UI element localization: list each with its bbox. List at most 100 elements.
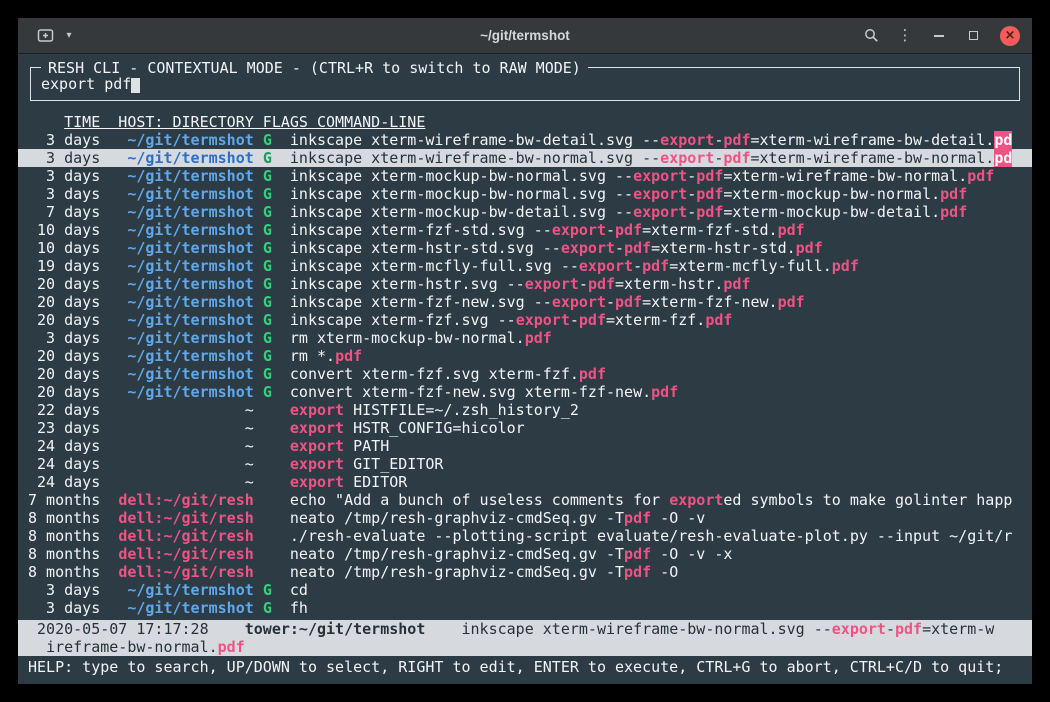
history-row[interactable]: 8 months dell:~/git/resh ./resh-evaluate… bbox=[18, 527, 1032, 545]
truncated-match: pd bbox=[994, 131, 1012, 149]
row-flags: G bbox=[263, 239, 272, 257]
row-time: 24 days bbox=[28, 473, 100, 491]
row-command: fh bbox=[290, 599, 308, 617]
row-flags bbox=[263, 563, 272, 581]
row-flags: G bbox=[263, 167, 272, 185]
titlebar[interactable]: ▾ ~/git/termshot ⋮ × bbox=[18, 18, 1032, 54]
truncated-match: pd bbox=[994, 149, 1012, 167]
search-match: pdf bbox=[335, 347, 362, 365]
history-row[interactable]: 22 days ~ export HISTFILE=~/.zsh_history… bbox=[18, 401, 1032, 419]
history-row[interactable]: 20 days ~/git/termshot G convert xterm-f… bbox=[18, 365, 1032, 383]
history-row[interactable]: 19 days ~/git/termshot G inkscape xterm-… bbox=[18, 257, 1032, 275]
terminal-content: RESH CLI - CONTEXTUAL MODE - (CTRL+R to … bbox=[18, 54, 1032, 684]
search-match: export bbox=[290, 455, 344, 473]
row-command: neato /tmp/resh-graphviz-cmdSeq.gv -Tpdf… bbox=[290, 545, 733, 563]
row-host-directory: ~ bbox=[118, 401, 253, 419]
history-row[interactable]: 3 days ~/git/termshot G inkscape xterm-m… bbox=[18, 167, 1032, 185]
menu-button[interactable]: ⋮ bbox=[890, 21, 920, 51]
row-host-directory: dell:~/git/resh bbox=[118, 491, 253, 509]
search-match: pdf bbox=[778, 293, 805, 311]
row-time: 3 days bbox=[28, 185, 100, 203]
history-row[interactable]: 7 months dell:~/git/resh echo "Add a bun… bbox=[18, 491, 1032, 509]
row-flags: G bbox=[263, 185, 272, 203]
search-match: pdf bbox=[615, 221, 642, 239]
history-row[interactable]: 3 days ~/git/termshot G rm xterm-mockup-… bbox=[18, 329, 1032, 347]
row-flags bbox=[263, 437, 272, 455]
search-match: export bbox=[290, 419, 344, 437]
history-row[interactable]: 24 days ~ export PATH bbox=[18, 437, 1032, 455]
search-match: pdf bbox=[832, 257, 859, 275]
row-host-directory: ~ bbox=[118, 419, 253, 437]
row-time: 23 days bbox=[28, 419, 100, 437]
search-match: pdf bbox=[615, 293, 642, 311]
search-match: export bbox=[516, 311, 570, 329]
history-row[interactable]: 20 days ~/git/termshot G inkscape xterm-… bbox=[18, 275, 1032, 293]
search-match: pdf bbox=[940, 185, 967, 203]
row-command: inkscape xterm-mockup-bw-normal.svg --ex… bbox=[290, 185, 967, 203]
row-command: export HISTFILE=~/.zsh_history_2 bbox=[290, 401, 579, 419]
row-flags bbox=[263, 545, 272, 563]
search-match: export bbox=[633, 167, 687, 185]
history-row[interactable]: 24 days ~ export GIT_EDITOR bbox=[18, 455, 1032, 473]
row-flags: G bbox=[263, 365, 272, 383]
search-match: export bbox=[832, 620, 886, 638]
search-match: export bbox=[633, 185, 687, 203]
restore-button[interactable] bbox=[958, 21, 988, 51]
search-match: pdf bbox=[624, 563, 651, 581]
row-host-directory: ~/git/termshot bbox=[118, 149, 253, 167]
history-row[interactable]: 10 days ~/git/termshot G inkscape xterm-… bbox=[18, 221, 1032, 239]
search-button[interactable] bbox=[856, 21, 886, 51]
row-flags: G bbox=[263, 131, 272, 149]
minimize-button[interactable] bbox=[924, 21, 954, 51]
row-flags: G bbox=[263, 203, 272, 221]
row-host-directory: ~/git/termshot bbox=[118, 239, 253, 257]
kebab-menu-icon: ⋮ bbox=[898, 28, 913, 43]
row-time: 3 days bbox=[28, 599, 100, 617]
row-host-directory: ~/git/termshot bbox=[118, 599, 253, 617]
row-command: convert xterm-fzf-new.svg xterm-fzf-new.… bbox=[290, 383, 678, 401]
search-match: pdf bbox=[579, 365, 606, 383]
row-command: inkscape xterm-wireframe-bw-normal.svg -… bbox=[290, 149, 1012, 167]
search-match: pdf bbox=[723, 275, 750, 293]
status-datetime: 2020-05-07 17:17:28 bbox=[28, 620, 209, 638]
row-flags bbox=[263, 419, 272, 437]
history-row[interactable]: 3 days ~/git/termshot G inkscape xterm-w… bbox=[18, 149, 1032, 167]
history-row[interactable]: 20 days ~/git/termshot G convert xterm-f… bbox=[18, 383, 1032, 401]
search-query-text: export pdf bbox=[41, 75, 131, 93]
row-host-directory: ~ bbox=[118, 437, 253, 455]
history-row[interactable]: 8 months dell:~/git/resh neato /tmp/resh… bbox=[18, 509, 1032, 527]
row-host-directory: dell:~/git/resh bbox=[118, 563, 253, 581]
history-row[interactable]: 8 months dell:~/git/resh neato /tmp/resh… bbox=[18, 545, 1032, 563]
history-row[interactable]: 10 days ~/git/termshot G inkscape xterm-… bbox=[18, 239, 1032, 257]
row-flags: G bbox=[263, 275, 272, 293]
history-row[interactable]: 20 days ~/git/termshot G inkscape xterm-… bbox=[18, 311, 1032, 329]
search-match: pdf bbox=[624, 545, 651, 563]
close-button[interactable]: × bbox=[1000, 26, 1020, 46]
row-flags bbox=[263, 509, 272, 527]
history-row[interactable]: 8 months dell:~/git/resh neato /tmp/resh… bbox=[18, 563, 1032, 581]
status-command-wrapped: ireframe-bw-normal.pdf bbox=[46, 638, 245, 656]
search-match: pdf bbox=[940, 203, 967, 221]
row-time: 10 days bbox=[28, 221, 100, 239]
row-command: export GIT_EDITOR bbox=[290, 455, 444, 473]
row-host-directory: ~/git/termshot bbox=[118, 365, 253, 383]
row-command: cd bbox=[290, 581, 308, 599]
history-row[interactable]: 3 days ~/git/termshot G inkscape xterm-w… bbox=[18, 131, 1032, 149]
history-row[interactable]: 20 days ~/git/termshot G inkscape xterm-… bbox=[18, 293, 1032, 311]
status-host: tower:~/git/termshot bbox=[245, 620, 426, 638]
search-match: export bbox=[579, 257, 633, 275]
row-flags: G bbox=[263, 347, 272, 365]
history-row[interactable]: 3 days ~/git/termshot G inkscape xterm-m… bbox=[18, 185, 1032, 203]
history-row[interactable]: 3 days ~/git/termshot G cd bbox=[18, 581, 1032, 599]
status-bar: 2020-05-07 17:17:28 tower:~/git/termshot… bbox=[18, 620, 1032, 656]
row-time: 20 days bbox=[28, 383, 100, 401]
row-time: 10 days bbox=[28, 239, 100, 257]
history-row[interactable]: 24 days ~ export EDITOR bbox=[18, 473, 1032, 491]
row-host-directory: ~/git/termshot bbox=[118, 275, 253, 293]
history-row[interactable]: 20 days ~/git/termshot G rm *.pdf bbox=[18, 347, 1032, 365]
history-row[interactable]: 7 days ~/git/termshot G inkscape xterm-m… bbox=[18, 203, 1032, 221]
search-query-input[interactable]: export pdf bbox=[41, 75, 140, 93]
history-row[interactable]: 3 days ~/git/termshot G fh bbox=[18, 599, 1032, 617]
row-command: rm xterm-mockup-bw-normal.pdf bbox=[290, 329, 552, 347]
history-row[interactable]: 23 days ~ export HSTR_CONFIG=hicolor bbox=[18, 419, 1032, 437]
